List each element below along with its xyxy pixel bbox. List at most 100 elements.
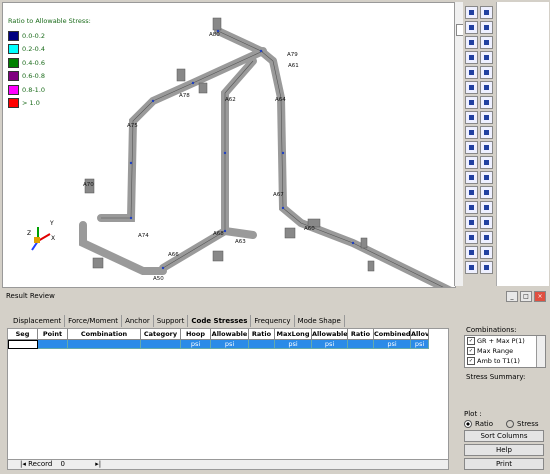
col-header[interactable]: Seg bbox=[8, 329, 38, 340]
tab-force-moment[interactable]: Force/Moment bbox=[65, 315, 123, 327]
close-button[interactable]: × bbox=[534, 291, 546, 302]
combinations-list[interactable]: ✓ GR + Max P(1) ✓ Max Range ✓ Amb to T1(1) bbox=[464, 335, 546, 368]
col-header[interactable]: Allov bbox=[411, 329, 429, 340]
toolbar-icon[interactable] bbox=[480, 111, 493, 124]
nav-first-icon[interactable]: |◂ bbox=[20, 460, 26, 468]
toolbar-icon[interactable] bbox=[480, 66, 493, 79]
record-navigator: |◂ Record 0 ▸| bbox=[20, 460, 101, 468]
valve-a78 bbox=[176, 68, 186, 82]
col-header[interactable]: Combined bbox=[374, 329, 411, 340]
toolbar-icon[interactable] bbox=[465, 216, 478, 229]
tab-support[interactable]: Support bbox=[154, 315, 189, 327]
toolbar-icon[interactable] bbox=[465, 246, 478, 259]
toolbar-icon[interactable] bbox=[465, 171, 478, 184]
toolbar-icon[interactable] bbox=[480, 216, 493, 229]
toolbar-icon[interactable] bbox=[465, 96, 478, 109]
combination-label: Max Range bbox=[477, 347, 514, 355]
window-controls: _ □ × bbox=[506, 291, 546, 302]
toolbar-icon[interactable] bbox=[465, 51, 478, 64]
plot-ratio-option[interactable]: Ratio bbox=[464, 420, 493, 428]
toolbar-icon[interactable] bbox=[480, 186, 493, 199]
result-review-title: Result Review bbox=[2, 289, 548, 303]
node-label-a67: A67 bbox=[273, 192, 284, 198]
node-label-a61: A61 bbox=[288, 63, 299, 69]
plot-stress-option[interactable]: Stress bbox=[506, 420, 539, 428]
col-header[interactable]: MaxLong bbox=[275, 329, 312, 340]
nav-last-icon[interactable]: ▸| bbox=[95, 460, 101, 468]
legend-row: 0.8-1.0 bbox=[8, 83, 91, 97]
toolbar-icon[interactable] bbox=[480, 51, 493, 64]
toolbar-icon[interactable] bbox=[465, 141, 478, 154]
legend-label: 0.6-0.8 bbox=[22, 72, 46, 81]
toolbar-icon[interactable] bbox=[465, 231, 478, 244]
toolbar-icon[interactable] bbox=[465, 36, 478, 49]
checkbox-icon[interactable]: ✓ bbox=[467, 357, 475, 365]
result-tabs: Displacement Force/Moment Anchor Support… bbox=[10, 315, 345, 327]
toolbar-icon[interactable] bbox=[465, 6, 478, 19]
toolbar-icon[interactable] bbox=[480, 126, 493, 139]
toolbar-icon[interactable] bbox=[465, 21, 478, 34]
col-header[interactable]: Ratio bbox=[348, 329, 374, 340]
node-label-a64: A64 bbox=[275, 97, 286, 103]
combination-item[interactable]: ✓ Amb to T1(1) bbox=[465, 356, 545, 366]
toolbar-icon[interactable] bbox=[480, 141, 493, 154]
model-viewport[interactable]: A80 A79 A61 A78 A62 A64 A75 A70 A74 A66 … bbox=[2, 2, 456, 288]
col-header[interactable]: Category bbox=[141, 329, 181, 340]
minimize-button[interactable]: _ bbox=[506, 291, 518, 302]
node-label-a68: A68 bbox=[213, 231, 224, 237]
table-units-row[interactable]: psi psi psi psi psi psi bbox=[8, 340, 429, 349]
toolbar-icon[interactable] bbox=[480, 96, 493, 109]
col-header[interactable]: Allowable bbox=[211, 329, 249, 340]
radio-selected-icon[interactable] bbox=[464, 420, 472, 428]
col-header[interactable]: Hoop bbox=[181, 329, 211, 340]
tab-mode-shape[interactable]: Mode Shape bbox=[295, 315, 345, 327]
toolbar-icon[interactable] bbox=[480, 246, 493, 259]
toolbar-icon[interactable] bbox=[465, 261, 478, 274]
combinations-scrollbar[interactable] bbox=[536, 336, 545, 367]
col-header[interactable]: Combination bbox=[68, 329, 141, 340]
table-header: Seg Point Combination Category Hoop Allo… bbox=[8, 329, 429, 340]
toolbar-icon[interactable] bbox=[480, 201, 493, 214]
help-button[interactable]: Help bbox=[464, 444, 544, 456]
node-label-a62: A62 bbox=[225, 97, 236, 103]
toolbar-icon[interactable] bbox=[465, 66, 478, 79]
toolbar-icon[interactable] bbox=[465, 111, 478, 124]
toolbar-icon[interactable] bbox=[465, 81, 478, 94]
print-button[interactable]: Print bbox=[464, 458, 544, 470]
toolbar-icon[interactable] bbox=[480, 171, 493, 184]
pipe-right-run bbox=[269, 57, 452, 287]
col-header[interactable]: Allowable bbox=[312, 329, 348, 340]
combination-item[interactable]: ✓ Max Range bbox=[465, 346, 545, 356]
tab-code-stresses[interactable]: Code Stresses bbox=[188, 315, 252, 327]
combinations-label: Combinations: bbox=[466, 326, 517, 334]
stress-table[interactable]: Seg Point Combination Category Hoop Allo… bbox=[7, 328, 449, 460]
toolbar-icon[interactable] bbox=[480, 6, 493, 19]
toolbar-icon[interactable] bbox=[480, 261, 493, 274]
sort-columns-button[interactable]: Sort Columns bbox=[464, 430, 544, 442]
unit-cell: psi bbox=[411, 340, 429, 349]
support-top bbox=[212, 17, 222, 31]
toolbar-icon[interactable] bbox=[465, 126, 478, 139]
node-label-a63: A63 bbox=[235, 239, 246, 245]
tab-frequency[interactable]: Frequency bbox=[251, 315, 295, 327]
tab-displacement[interactable]: Displacement bbox=[10, 315, 66, 327]
col-header[interactable]: Point bbox=[38, 329, 68, 340]
maximize-button[interactable]: □ bbox=[520, 291, 532, 302]
toolbar-icon[interactable] bbox=[480, 231, 493, 244]
toolbar-icon[interactable] bbox=[465, 186, 478, 199]
toolbar-icon[interactable] bbox=[480, 156, 493, 169]
checkbox-icon[interactable]: ✓ bbox=[467, 347, 475, 355]
toolbar-icon[interactable] bbox=[480, 21, 493, 34]
unit-cell bbox=[8, 340, 38, 349]
tab-anchor[interactable]: Anchor bbox=[122, 315, 154, 327]
record-value[interactable]: 0 bbox=[61, 460, 65, 468]
checkbox-icon[interactable]: ✓ bbox=[467, 337, 475, 345]
toolbar-icon[interactable] bbox=[480, 81, 493, 94]
toolbar-icon[interactable] bbox=[465, 201, 478, 214]
side-controls: Combinations: ✓ GR + Max P(1) ✓ Max Range … bbox=[462, 326, 548, 472]
combination-item[interactable]: ✓ GR + Max P(1) bbox=[465, 336, 545, 346]
toolbar-icon[interactable] bbox=[480, 36, 493, 49]
col-header[interactable]: Ratio bbox=[249, 329, 275, 340]
radio-icon[interactable] bbox=[506, 420, 514, 428]
toolbar-icon[interactable] bbox=[465, 156, 478, 169]
